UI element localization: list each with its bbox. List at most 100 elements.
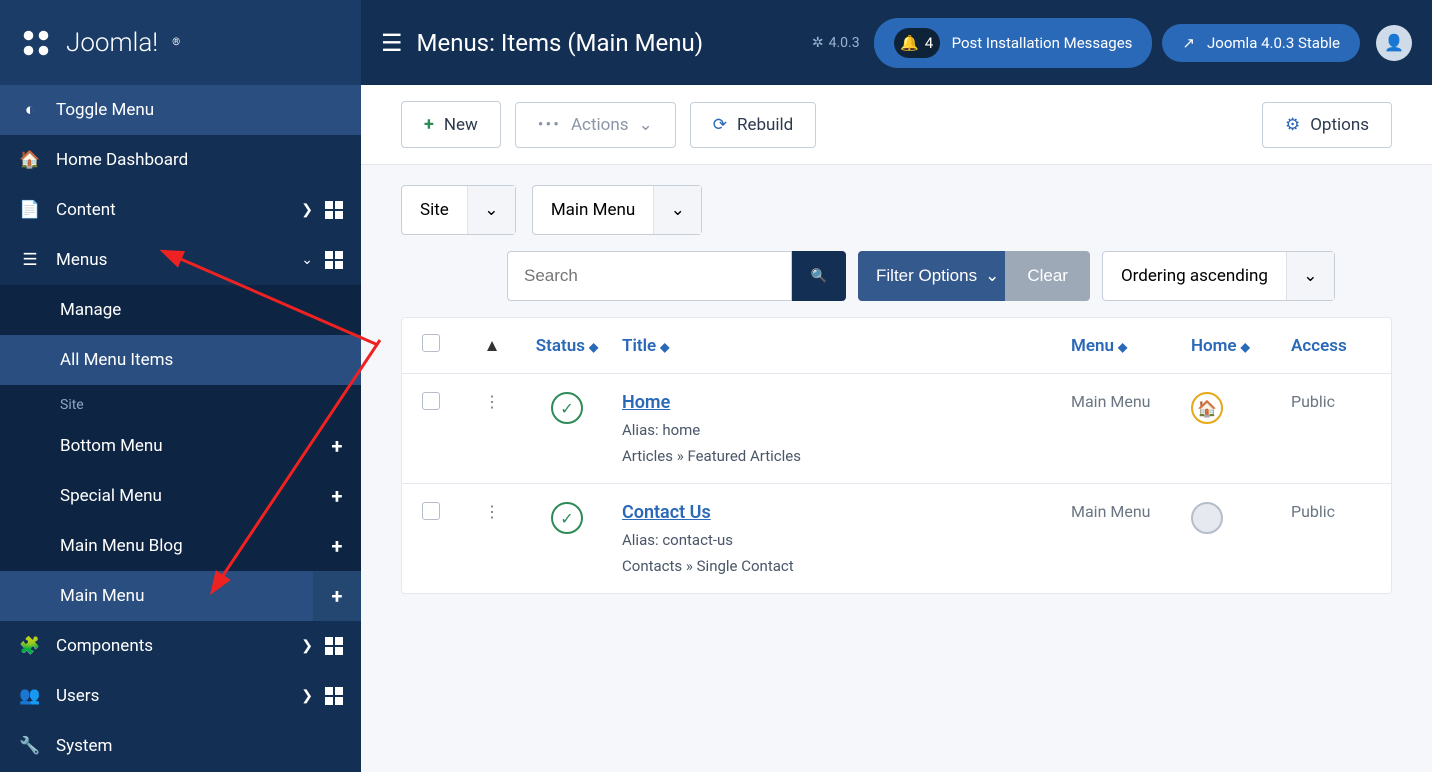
bell-icon: 🔔 bbox=[900, 34, 919, 52]
sort-access[interactable]: Access bbox=[1291, 336, 1371, 356]
sort-status[interactable]: Status◆ bbox=[512, 336, 622, 356]
items-table: ▲ Status◆ Title◆ Menu◆ Home◆ Access ⋮ ✓ … bbox=[401, 317, 1392, 594]
menus-label: Menus bbox=[56, 250, 301, 270]
sort-ordering[interactable]: ▲ bbox=[472, 336, 512, 356]
drag-handle[interactable]: ⋮ bbox=[472, 502, 512, 575]
user-icon: 👤 bbox=[1384, 33, 1404, 52]
version-badge: ✲4.0.3 bbox=[812, 35, 860, 51]
toolbar: +New •••Actions⌄ ⟳Rebuild ⚙Options bbox=[361, 85, 1432, 165]
sort-icon: ◆ bbox=[1118, 340, 1127, 354]
item-alias: Alias: home bbox=[622, 421, 1071, 439]
user-menu[interactable]: 👤 bbox=[1376, 25, 1412, 61]
chevron-down-icon: ⌄ bbox=[301, 252, 313, 268]
joomla-stable-link[interactable]: ↗ Joomla 4.0.3 Stable bbox=[1162, 24, 1360, 62]
page-title: ☰ Menus: Items (Main Menu) bbox=[381, 29, 703, 57]
post-install-messages[interactable]: 🔔 4 Post Installation Messages bbox=[874, 18, 1153, 68]
item-access: Public bbox=[1291, 502, 1371, 575]
notif-count: 4 bbox=[925, 34, 933, 52]
client-select[interactable]: Site⌄ bbox=[401, 185, 516, 235]
page-title-text: Menus: Items (Main Menu) bbox=[417, 29, 704, 57]
add-icon[interactable]: + bbox=[313, 471, 361, 521]
sidebar-components[interactable]: 🧩 Components ❯ bbox=[0, 621, 361, 671]
drag-handle[interactable]: ⋮ bbox=[472, 392, 512, 465]
item-alias: Alias: contact-us bbox=[622, 531, 1071, 549]
dashboard-icon[interactable] bbox=[325, 687, 343, 705]
joomla-icon bbox=[18, 25, 54, 61]
header: ☰ Menus: Items (Main Menu) ✲4.0.3 🔔 4 Pos… bbox=[361, 0, 1432, 85]
sidebar-system[interactable]: 🔧 System bbox=[0, 721, 361, 771]
submenu-main-menu-blog[interactable]: Main Menu Blog+ bbox=[0, 521, 361, 571]
item-access: Public bbox=[1291, 392, 1371, 465]
chevron-down-icon: ⌄ bbox=[653, 186, 701, 234]
system-label: System bbox=[56, 736, 343, 756]
item-title-link[interactable]: Contact Us bbox=[622, 502, 711, 523]
menu-select[interactable]: Main Menu⌄ bbox=[532, 185, 702, 235]
toggle-menu[interactable]: ◐ Toggle Menu bbox=[0, 85, 361, 135]
filter-options-button[interactable]: Filter Options⌄ bbox=[858, 251, 1017, 301]
sort-menu[interactable]: Menu◆ bbox=[1071, 336, 1191, 356]
chevron-down-icon: ⌄ bbox=[467, 186, 515, 234]
toggle-icon: ◐ bbox=[18, 100, 42, 120]
toggle-label: Toggle Menu bbox=[56, 100, 343, 120]
sort-icon: ◆ bbox=[660, 340, 669, 354]
search-input[interactable] bbox=[507, 251, 792, 301]
item-title-link[interactable]: Home bbox=[622, 392, 670, 413]
search-box: 🔍 bbox=[507, 251, 846, 301]
sidebar-users[interactable]: 👥 Users ❯ bbox=[0, 671, 361, 721]
item-menu: Main Menu bbox=[1071, 502, 1191, 575]
sidebar-content[interactable]: 📄 Content ❯ bbox=[0, 185, 361, 235]
sidebar-menus[interactable]: ☰ Menus ⌄ bbox=[0, 235, 361, 285]
list-icon: ☰ bbox=[381, 29, 403, 57]
add-icon[interactable]: + bbox=[313, 521, 361, 571]
item-path: Articles » Featured Articles bbox=[622, 447, 1071, 465]
actions-button[interactable]: •••Actions⌄ bbox=[515, 102, 676, 148]
item-path: Contacts » Single Contact bbox=[622, 557, 1071, 575]
submenu-site-label: Site bbox=[0, 385, 361, 421]
dashboard-icon[interactable] bbox=[325, 251, 343, 269]
add-icon[interactable]: + bbox=[313, 421, 361, 471]
dashboard-icon[interactable] bbox=[325, 637, 343, 655]
puzzle-icon: 🧩 bbox=[18, 636, 42, 656]
logo[interactable]: Joomla!® bbox=[0, 0, 361, 85]
row-checkbox[interactable] bbox=[422, 392, 440, 410]
select-all-checkbox[interactable] bbox=[422, 334, 440, 352]
sort-title[interactable]: Title◆ bbox=[622, 336, 1071, 356]
chevron-down-icon: ⌄ bbox=[639, 115, 653, 135]
sort-home[interactable]: Home◆ bbox=[1191, 336, 1291, 356]
submenu-special-menu[interactable]: Special Menu+ bbox=[0, 471, 361, 521]
row-checkbox[interactable] bbox=[422, 502, 440, 520]
chevron-right-icon: ❯ bbox=[301, 638, 313, 654]
components-label: Components bbox=[56, 636, 301, 656]
users-icon: 👥 bbox=[18, 686, 42, 706]
options-button[interactable]: ⚙Options bbox=[1262, 102, 1392, 148]
chevron-right-icon: ❯ bbox=[301, 688, 313, 704]
submenu-main-menu[interactable]: Main Menu🏠+ bbox=[0, 571, 361, 621]
status-published-icon[interactable]: ✓ bbox=[551, 502, 583, 534]
search-icon: 🔍 bbox=[811, 268, 828, 284]
submenu-bottom-menu[interactable]: Bottom Menu+ bbox=[0, 421, 361, 471]
home-toggle-icon[interactable] bbox=[1191, 502, 1223, 534]
add-icon[interactable]: + bbox=[313, 571, 361, 621]
home-icon: 🏠 bbox=[18, 150, 42, 170]
dashboard-icon[interactable] bbox=[325, 201, 343, 219]
clear-button[interactable]: Clear bbox=[1005, 251, 1090, 301]
home-default-icon[interactable]: 🏠 bbox=[1191, 392, 1223, 424]
submenu-manage[interactable]: Manage bbox=[0, 285, 361, 335]
new-button[interactable]: +New bbox=[401, 101, 501, 148]
content-area: Site⌄ Main Menu⌄ 🔍 Filter Options⌄ Clear… bbox=[361, 165, 1432, 772]
rebuild-button[interactable]: ⟳Rebuild bbox=[690, 102, 817, 148]
sort-icon: ◆ bbox=[589, 340, 598, 354]
post-install-label: Post Installation Messages bbox=[952, 34, 1133, 52]
content-label: Content bbox=[56, 200, 301, 220]
joomla-icon: ✲ bbox=[812, 35, 824, 51]
status-published-icon[interactable]: ✓ bbox=[551, 392, 583, 424]
plus-icon: + bbox=[424, 114, 434, 135]
submenu-all-items[interactable]: All Menu Items bbox=[0, 335, 361, 385]
logo-text: Joomla! bbox=[66, 28, 158, 58]
ordering-select[interactable]: Ordering ascending⌄ bbox=[1102, 251, 1335, 301]
search-button[interactable]: 🔍 bbox=[792, 251, 846, 301]
dots-icon: ••• bbox=[538, 115, 561, 135]
chevron-down-icon: ⌄ bbox=[1286, 252, 1334, 300]
sidebar-home-dashboard[interactable]: 🏠 Home Dashboard bbox=[0, 135, 361, 185]
users-label: Users bbox=[56, 686, 301, 706]
